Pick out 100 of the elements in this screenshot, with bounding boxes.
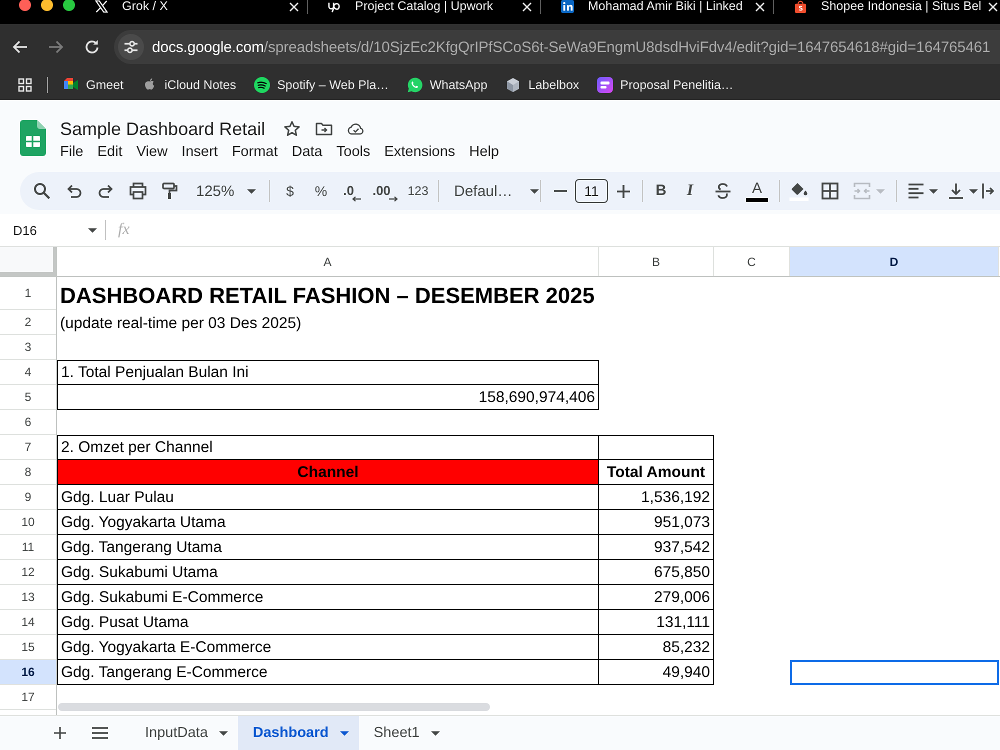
color-bar-icon bbox=[746, 198, 768, 202]
currency-button[interactable]: $ bbox=[286, 183, 294, 199]
close-tab-icon[interactable] bbox=[755, 2, 766, 12]
sheet-tab[interactable]: Sheet1 bbox=[358, 716, 450, 750]
row-header[interactable]: 16 bbox=[0, 660, 56, 685]
menu-item[interactable]: Help bbox=[462, 143, 506, 161]
function-label: fx bbox=[118, 221, 130, 239]
row-header[interactable]: 6 bbox=[0, 410, 56, 435]
redo-icon[interactable] bbox=[97, 182, 115, 200]
window-close-button[interactable] bbox=[19, 0, 31, 11]
window-maximize-button[interactable] bbox=[63, 0, 75, 11]
name-box[interactable]: D16 bbox=[0, 222, 101, 238]
row-header[interactable]: 1 bbox=[0, 277, 56, 310]
table-cell: 2. Omzet per Channel bbox=[57, 435, 599, 460]
tune-icon[interactable] bbox=[118, 34, 144, 60]
scrollbar-thumb[interactable] bbox=[58, 703, 490, 711]
row-header[interactable]: 14 bbox=[0, 610, 56, 635]
menu-item[interactable]: Edit bbox=[90, 143, 130, 161]
menu-item[interactable]: Extensions bbox=[377, 143, 462, 161]
search-icon[interactable] bbox=[33, 182, 51, 200]
row-header[interactable]: 10 bbox=[0, 510, 56, 535]
borders-icon[interactable] bbox=[821, 182, 839, 200]
plus-icon[interactable] bbox=[616, 184, 630, 198]
row-header[interactable]: 9 bbox=[0, 485, 56, 510]
align-bottom-icon[interactable] bbox=[946, 182, 964, 200]
minus-icon[interactable] bbox=[554, 190, 566, 192]
menu-item[interactable]: File bbox=[53, 143, 90, 161]
arrow-left-icon bbox=[352, 196, 361, 202]
caret-icon bbox=[218, 730, 228, 736]
undo-icon[interactable] bbox=[65, 182, 83, 200]
column-header[interactable]: B bbox=[599, 247, 714, 276]
print-icon[interactable] bbox=[129, 182, 147, 200]
caret-icon bbox=[88, 228, 97, 232]
row-header[interactable]: 5 bbox=[0, 385, 56, 410]
row-header[interactable]: 2 bbox=[0, 310, 56, 335]
bookmark[interactable]: WhatsApp bbox=[406, 77, 488, 93]
browser-tab[interactable]: Mohamad Amir Biki | Linked bbox=[541, 0, 752, 13]
menu-icon[interactable] bbox=[92, 727, 108, 739]
row-header[interactable]: 7 bbox=[0, 435, 56, 460]
zoom-dropdown[interactable]: 125% bbox=[196, 182, 256, 200]
font-dropdown[interactable]: Defaul… bbox=[454, 182, 540, 200]
row-header[interactable]: 3 bbox=[0, 335, 56, 360]
font-size-field[interactable]: 11 bbox=[575, 179, 608, 203]
percent-button[interactable]: % bbox=[314, 183, 328, 199]
row-header[interactable]: 4 bbox=[0, 360, 56, 385]
bookmark[interactable]: Proposal Penelitia… bbox=[597, 77, 734, 93]
browser-tab[interactable]: Grok / X bbox=[75, 0, 286, 13]
close-tab-icon[interactable] bbox=[988, 2, 998, 12]
apps-grid-icon[interactable] bbox=[18, 78, 32, 92]
paint-roller-icon[interactable] bbox=[161, 182, 179, 200]
text-color-button[interactable]: A bbox=[746, 180, 768, 202]
menu-item[interactable]: Tools bbox=[329, 143, 378, 161]
curve-logo-icon bbox=[328, 0, 341, 13]
add-sheet-icon[interactable] bbox=[54, 727, 66, 739]
document-title[interactable]: Sample Dashboard Retail bbox=[60, 118, 266, 140]
italic-button[interactable]: I bbox=[686, 183, 694, 199]
spreadsheet-icon[interactable] bbox=[20, 120, 46, 156]
text-overflow-icon[interactable] bbox=[982, 182, 994, 200]
row-header[interactable]: 8 bbox=[0, 460, 56, 485]
menu-item[interactable]: Data bbox=[284, 143, 330, 161]
window-minimize-button[interactable] bbox=[41, 0, 53, 11]
bookmark[interactable]: Gmeet bbox=[63, 77, 124, 93]
menu-item[interactable]: View bbox=[129, 143, 175, 161]
increase-decimal-button[interactable]: .00 bbox=[372, 183, 398, 199]
shopping-bag-icon bbox=[794, 0, 807, 13]
align-left-icon[interactable] bbox=[906, 182, 924, 200]
star-icon[interactable] bbox=[283, 120, 302, 138]
bookmark[interactable]: iCloud Notes bbox=[142, 77, 236, 93]
back-arrow-icon[interactable] bbox=[12, 39, 28, 55]
table-cell: Gdg. Tangerang E-Commerce bbox=[57, 660, 599, 685]
caret-icon bbox=[340, 730, 349, 736]
row-header[interactable]: 13 bbox=[0, 585, 56, 610]
table-cell: 951,073 bbox=[599, 510, 714, 535]
number-format-button[interactable]: 123 bbox=[408, 183, 428, 199]
strikethrough-icon[interactable] bbox=[714, 182, 732, 200]
folder-icon[interactable] bbox=[315, 120, 334, 138]
menu-item[interactable]: Insert bbox=[174, 143, 225, 161]
bold-button[interactable]: B bbox=[656, 183, 666, 199]
sheet-tab[interactable]: Dashboard bbox=[238, 716, 359, 750]
reload-icon[interactable] bbox=[84, 39, 100, 55]
row-header[interactable]: 11 bbox=[0, 535, 56, 560]
table-cell: Gdg. Luar Pulau bbox=[57, 485, 599, 510]
address-bar[interactable]: docs.google.com/spreadsheets/d/10SjzEc2KfgQrIPfSCoS6t-SeWa9EngmU8dsdHviFdv4/edit?gid=1647654618#gid=164765461 bbox=[114, 30, 1000, 64]
selected-cell[interactable] bbox=[790, 660, 999, 685]
menu-item[interactable]: Format bbox=[224, 143, 285, 161]
subtitle-cell-text: (update real-time per 03 Des 2025) bbox=[59, 314, 302, 334]
row-header[interactable]: 17 bbox=[0, 685, 56, 710]
sheet-tab[interactable]: InputData bbox=[130, 716, 238, 750]
fill-bucket-icon[interactable] bbox=[789, 181, 809, 201]
close-tab-icon[interactable] bbox=[522, 2, 532, 12]
browser-tab[interactable]: Project Catalog | Upwork bbox=[308, 0, 518, 13]
bookmark[interactable]: Spotify – Web Pla… bbox=[254, 77, 389, 93]
column-header[interactable]: A bbox=[57, 247, 599, 276]
arrow-right-icon bbox=[388, 196, 398, 202]
decrease-decimal-button[interactable]: .0 bbox=[343, 183, 361, 199]
browser-tab[interactable]: Shopee Indonesia | Situs Bel bbox=[774, 0, 984, 13]
column-header[interactable]: D bbox=[790, 247, 999, 276]
close-tab-icon[interactable] bbox=[289, 2, 300, 12]
bookmark[interactable]: Labelbox bbox=[505, 77, 580, 93]
row-header[interactable]: 12 bbox=[0, 560, 56, 585]
